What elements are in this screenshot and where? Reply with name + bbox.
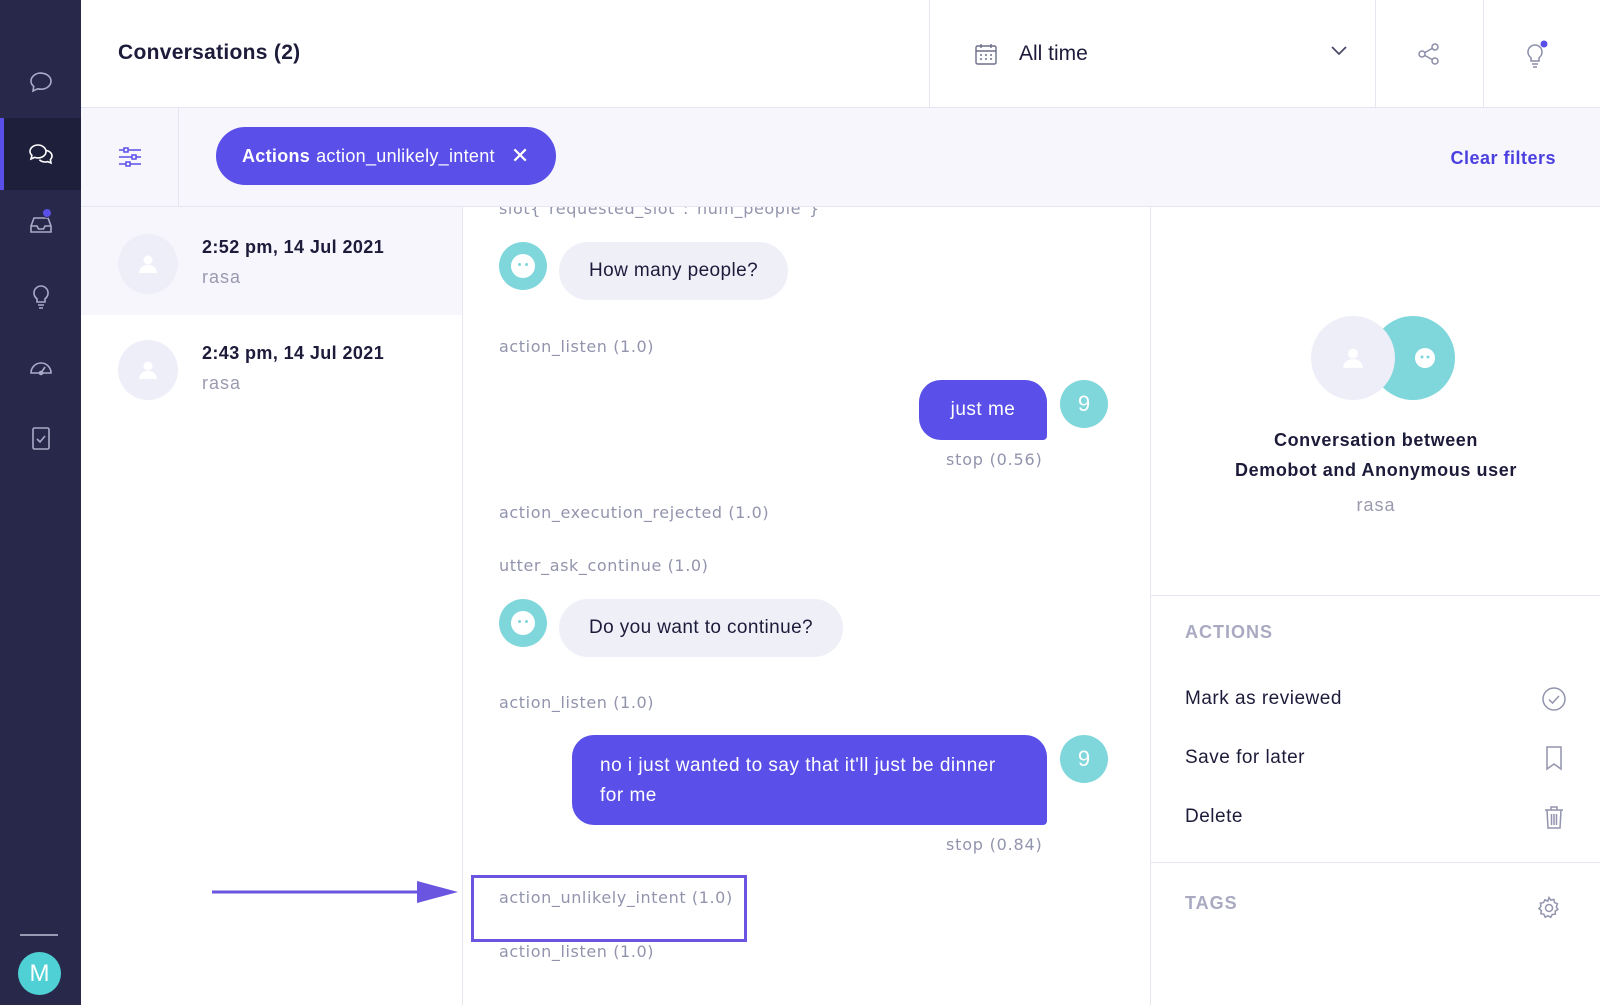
sidebar-item-analytics[interactable] xyxy=(0,331,81,403)
gear-icon[interactable] xyxy=(1536,895,1562,921)
tips-button[interactable] xyxy=(1483,0,1591,107)
share-button[interactable] xyxy=(1375,0,1483,107)
user-avatar: 9 xyxy=(1060,380,1108,428)
arrow-annotation xyxy=(212,881,458,903)
close-icon[interactable]: ✕ xyxy=(511,145,530,167)
user-message: no i just wanted to say that it'll just … xyxy=(572,735,1047,825)
conversation-title-line: Demobot and Anonymous user xyxy=(1235,460,1517,480)
conversation-user: rasa xyxy=(1356,495,1396,515)
conversation-user: rasa xyxy=(202,267,242,287)
trash-icon xyxy=(1541,804,1567,830)
lightbulb-icon xyxy=(32,285,49,309)
highlight-box xyxy=(471,875,747,942)
checklist-icon xyxy=(31,427,50,450)
filter-chip-value: action_unlikely_intent xyxy=(316,145,495,166)
share-icon xyxy=(1418,42,1439,65)
user-icon xyxy=(1343,348,1363,368)
chevron-down-icon xyxy=(1331,46,1347,56)
conversation-time: 2:52 pm, 14 Jul 2021 xyxy=(202,237,385,257)
user-avatar[interactable]: M xyxy=(18,952,61,995)
action-label: Delete xyxy=(1185,806,1243,827)
action-event: action_listen (1.0) xyxy=(499,337,655,356)
bot-message: Do you want to continue? xyxy=(559,599,844,657)
user-icon xyxy=(139,361,157,379)
sidebar-item-conversations[interactable] xyxy=(0,118,81,190)
header: Conversations (2) All time xyxy=(81,0,1600,108)
bookmark-icon xyxy=(1541,745,1567,771)
conversation-time: 2:43 pm, 14 Jul 2021 xyxy=(202,343,385,363)
sidebar-item-insights[interactable] xyxy=(0,260,81,332)
participants-avatars xyxy=(1311,315,1455,405)
sidebar-item-chat[interactable] xyxy=(0,46,81,118)
conversation-title-line: Conversation between xyxy=(1273,430,1479,450)
check-circle-icon xyxy=(1541,686,1567,712)
mark-reviewed-action[interactable]: Mark as reviewed xyxy=(1185,679,1567,719)
slot-event: slot{"requested_slot":"num_people"} xyxy=(499,207,820,218)
action-event: action_listen (1.0) xyxy=(499,942,655,961)
conversation-item[interactable]: 2:43 pm, 14 Jul 2021 rasa xyxy=(81,313,462,421)
filter-chip[interactable]: Actions action_unlikely_intent ✕ xyxy=(216,127,556,185)
divider xyxy=(1151,862,1600,863)
filter-bar: Actions action_unlikely_intent ✕ Clear f… xyxy=(81,108,1600,207)
bot-avatar xyxy=(499,599,547,647)
filter-chip-key: Actions xyxy=(242,145,311,166)
sidebar-item-tests[interactable] xyxy=(0,402,81,474)
bot-avatar xyxy=(499,242,547,290)
divider xyxy=(1151,595,1600,596)
save-later-action[interactable]: Save for later xyxy=(1185,738,1567,778)
clear-filters-link[interactable]: Clear filters xyxy=(1450,148,1556,169)
conversation-item[interactable]: 2:52 pm, 14 Jul 2021 rasa xyxy=(81,207,462,315)
date-range-select[interactable]: All time xyxy=(929,0,1375,107)
intent-label: stop (0.56) xyxy=(946,450,1043,469)
user-avatar: 9 xyxy=(1060,735,1108,783)
avatar xyxy=(118,234,178,294)
sliders-icon xyxy=(118,147,141,167)
action-label: Mark as reviewed xyxy=(1185,688,1342,709)
lightbulb-notification-icon xyxy=(1527,40,1548,68)
inbox-badge xyxy=(42,208,52,218)
conversation-title: Conversation between Demobot and Anonymo… xyxy=(1151,425,1600,485)
sidebar-divider xyxy=(20,934,58,936)
avatar xyxy=(118,340,178,400)
action-label: Save for later xyxy=(1185,747,1305,768)
user-icon xyxy=(139,255,157,273)
speedometer-icon xyxy=(29,362,52,376)
conversations-icon xyxy=(28,144,53,165)
user-message: just me xyxy=(919,380,1047,440)
conversation-user: rasa xyxy=(202,373,242,393)
sidebar: M xyxy=(0,0,81,1005)
transcript: slot{"requested_slot":"num_people"} How … xyxy=(463,207,1150,1005)
bot-message: How many people? xyxy=(559,242,789,300)
calendar-icon xyxy=(975,44,997,65)
chat-bubble-icon xyxy=(29,72,52,93)
user-avatar xyxy=(1311,316,1395,400)
delete-action[interactable]: Delete xyxy=(1185,797,1567,837)
details-panel: Conversation between Demobot and Anonymo… xyxy=(1150,207,1600,1005)
actions-heading: ACTIONS xyxy=(1185,622,1273,642)
date-range-label: All time xyxy=(1019,42,1088,65)
intent-label: stop (0.84) xyxy=(946,835,1043,854)
tags-heading: TAGS xyxy=(1185,893,1238,913)
action-event: action_execution_rejected (1.0) xyxy=(499,503,770,522)
action-event-highlighted: action_unlikely_intent (1.0) xyxy=(499,888,733,907)
action-event: action_listen (1.0) xyxy=(499,693,655,712)
action-event: utter_ask_continue (1.0) xyxy=(499,556,709,575)
page-title: Conversations (2) xyxy=(118,41,301,64)
sidebar-item-inbox[interactable] xyxy=(0,188,81,260)
filter-settings-button[interactable] xyxy=(81,108,179,206)
